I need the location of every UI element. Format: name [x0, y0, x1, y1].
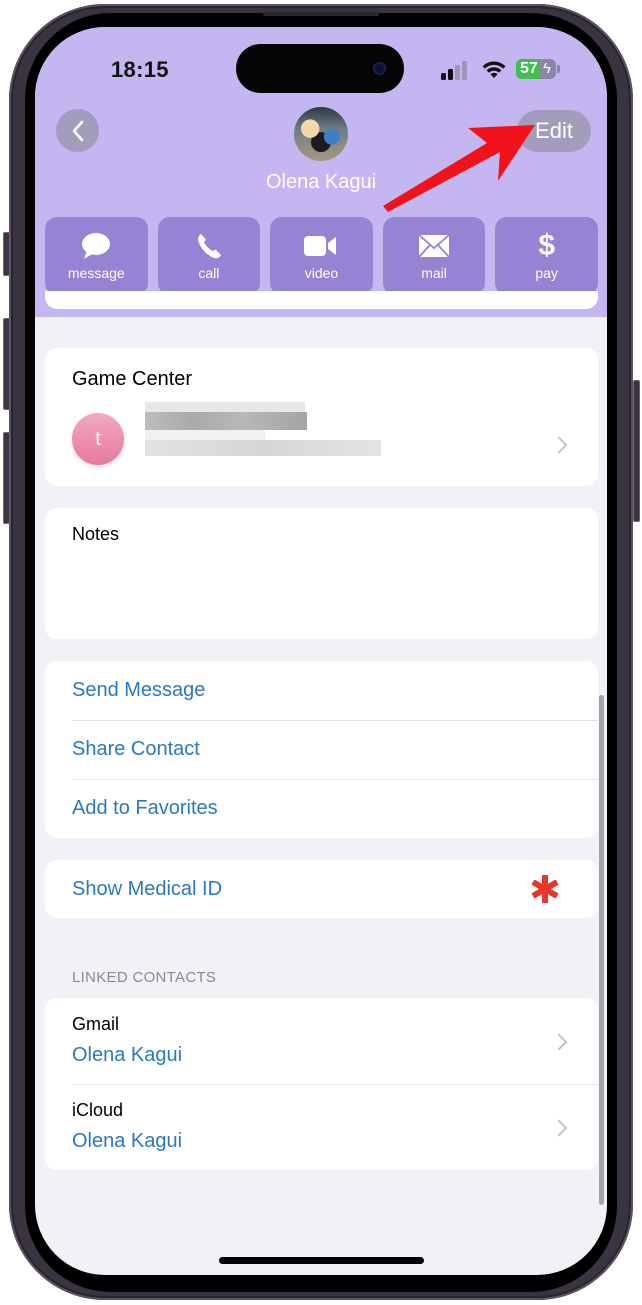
power-button — [633, 380, 640, 522]
medical-star-icon — [531, 875, 559, 903]
linked-contact-name: Olena Kagui — [72, 1130, 183, 1152]
add-to-favorites-row[interactable]: Add to Favorites — [72, 779, 598, 838]
linked-contact-row[interactable]: iCloud Olena Kagui — [45, 1084, 598, 1170]
home-indicator[interactable] — [219, 1257, 424, 1264]
game-center-avatar: t — [72, 413, 124, 465]
pay-action-label: pay — [535, 265, 558, 281]
contact-actions-card: Send Message Share Contact Add to Favori… — [45, 661, 598, 838]
medical-id-card[interactable]: Show Medical ID — [45, 860, 598, 918]
notes-value[interactable] — [72, 556, 578, 629]
show-medical-id-label: Show Medical ID — [72, 877, 223, 900]
chevron-right-icon — [550, 1119, 568, 1137]
game-center-card: Game Center t — [45, 348, 598, 486]
annotation-arrow-icon — [383, 125, 535, 212]
volume-up-button — [3, 318, 10, 410]
linked-contacts-card: Gmail Olena Kagui iCloud Olena Kagui — [45, 998, 598, 1170]
notes-card[interactable]: Notes — [45, 508, 598, 639]
linked-contact-source: iCloud — [72, 1100, 124, 1120]
chevron-right-icon — [550, 436, 568, 454]
volume-down-button — [3, 432, 10, 524]
vertical-scrollbar[interactable] — [599, 695, 604, 1205]
game-center-friend-row[interactable]: t — [45, 400, 598, 482]
video-action-label: video — [304, 265, 339, 281]
linked-contact-source: Gmail — [72, 1014, 120, 1034]
message-action-label: message — [67, 265, 125, 281]
linked-contacts-header: LINKED CONTACTS — [72, 969, 217, 986]
notes-label: Notes — [72, 524, 120, 544]
linked-contact-row[interactable]: Gmail Olena Kagui — [45, 998, 598, 1084]
call-action-label: call — [198, 265, 220, 281]
linked-contact-name: Olena Kagui — [72, 1044, 183, 1066]
share-contact-row[interactable]: Share Contact — [72, 720, 598, 779]
chevron-right-icon — [550, 1033, 568, 1051]
send-message-row[interactable]: Send Message — [72, 661, 598, 720]
game-center-title: Game Center — [72, 368, 193, 390]
mail-action-label: mail — [421, 265, 447, 281]
previous-section-card — [45, 291, 598, 309]
